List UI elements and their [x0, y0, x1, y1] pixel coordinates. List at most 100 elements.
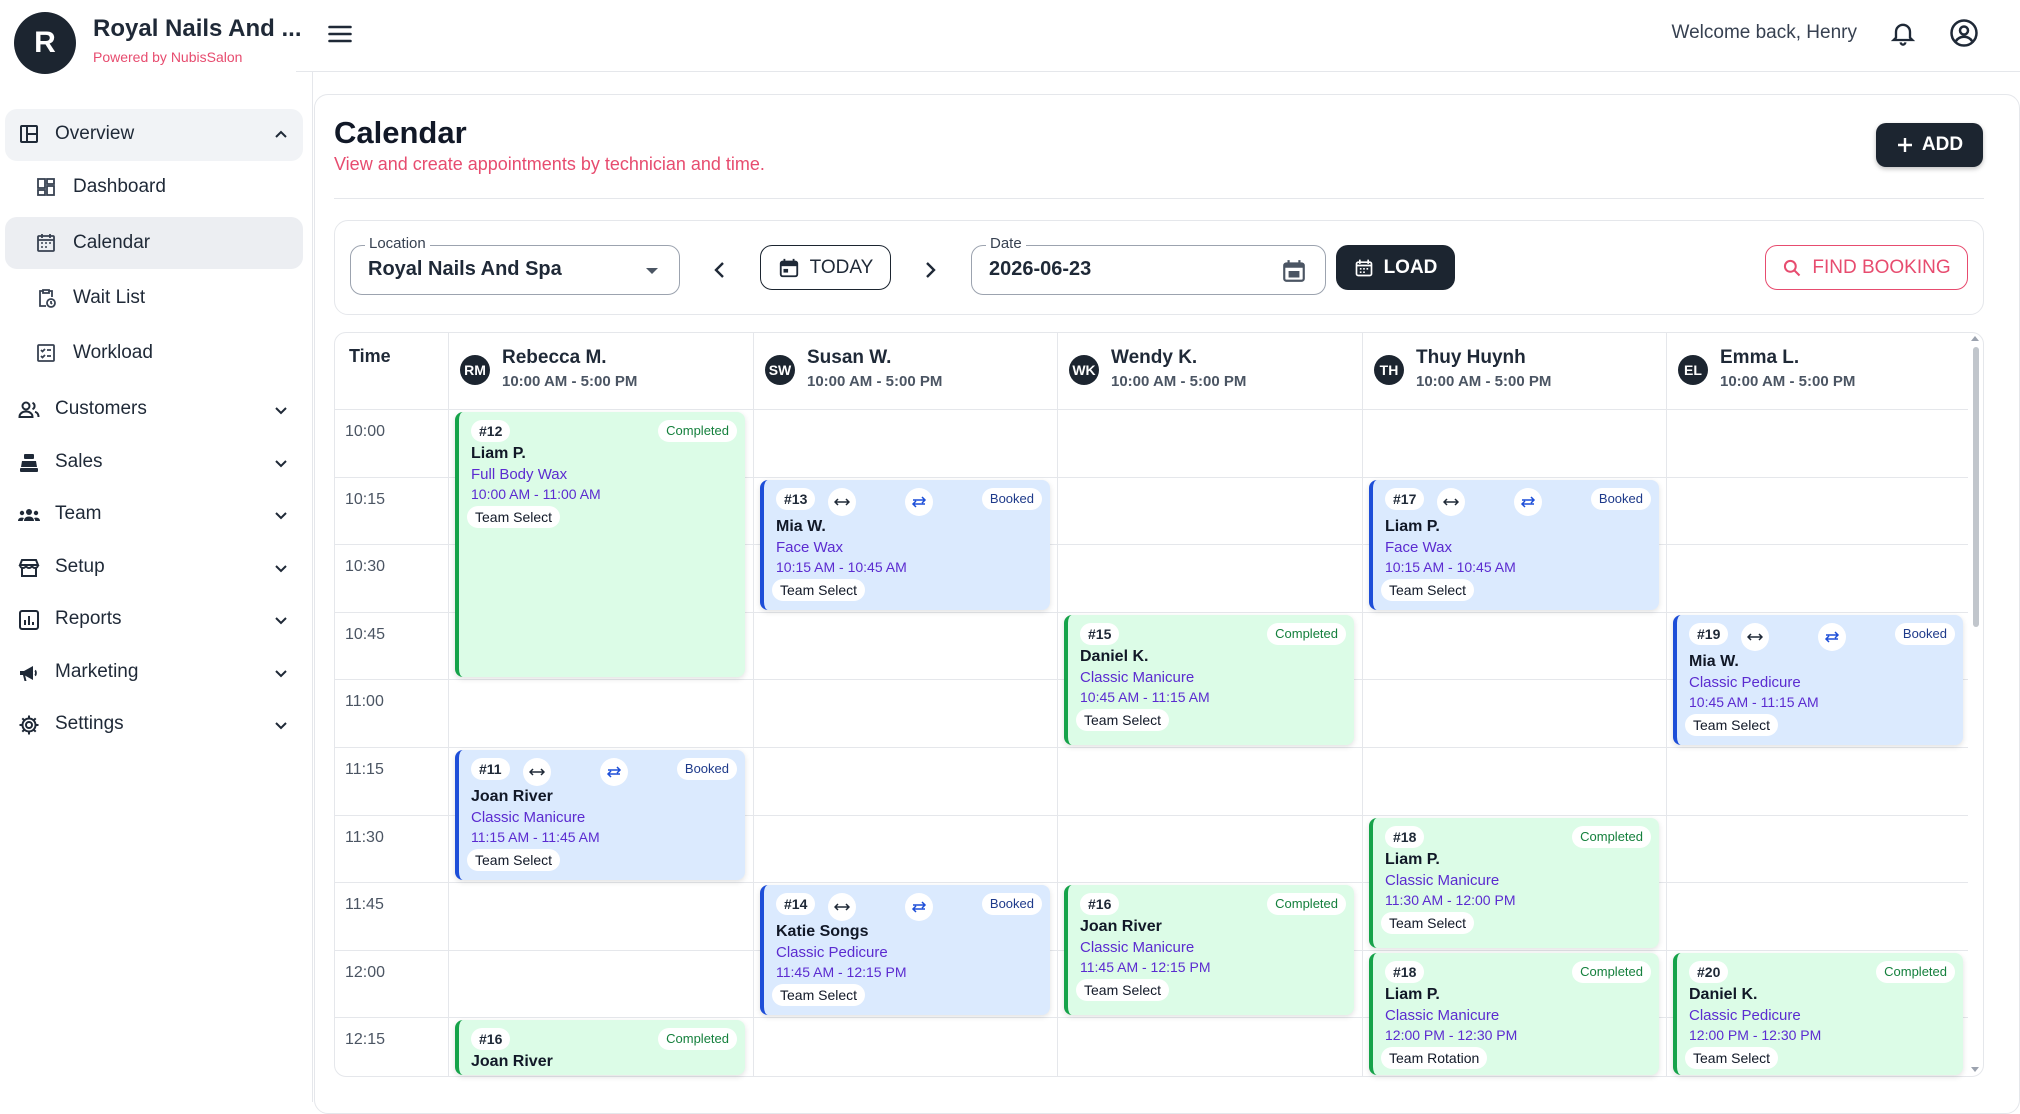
sidebar-item-settings[interactable]: Settings [5, 703, 303, 747]
sidebar-item-label: Wait List [73, 287, 146, 308]
calendar-picker-icon[interactable] [1281, 258, 1307, 284]
location-select[interactable]: Location Royal Nails And Spa [350, 235, 680, 295]
account-icon[interactable] [1949, 18, 1979, 48]
appointment-card[interactable]: #12 Completed Liam P. Full Body Wax 10:00 AM… [455, 412, 745, 677]
swap-technician-icon[interactable] [1818, 623, 1846, 651]
status-badge: Completed [1572, 826, 1651, 848]
appointment-card[interactable]: #11 Booked Joan River Classic Manicure 11:15… [455, 750, 745, 880]
clipboard-clock-icon [34, 286, 58, 310]
technician-column-header[interactable]: SW Susan W. 10:00 AM - 5:00 PM [753, 332, 1057, 409]
top-bar: Welcome back, Henry [0, 0, 2020, 72]
appointment-time: 12:00 PM - 12:30 PM [1689, 1027, 1822, 1043]
sidebar-item-team[interactable]: Team [5, 493, 303, 537]
sidebar: Overview Dashboard Calendar Wait List Wo… [0, 72, 313, 1102]
appointment-card[interactable]: #19 Booked Mia W. Classic Pedicure 10:45 AM … [1673, 615, 1963, 745]
sidebar-item-workload[interactable]: Workload [5, 327, 303, 379]
appointment-card[interactable]: #18 Completed Liam P. Classic Manicure 12:00… [1369, 953, 1659, 1075]
sidebar-item-label: Customers [55, 398, 147, 419]
status-badge: Completed [1267, 623, 1346, 645]
load-label: LOAD [1383, 256, 1438, 278]
appointment-card[interactable]: #17 Booked Liam P. Face Wax 10:15 AM - 10:45… [1369, 480, 1659, 610]
client-name: Daniel K. [1689, 986, 1758, 1003]
client-name: Joan River [471, 788, 553, 805]
chevron-down-icon [273, 665, 289, 681]
appointment-time: 10:00 AM - 11:00 AM [471, 486, 601, 502]
technician-avatar: RM [460, 355, 490, 385]
sidebar-item-setup[interactable]: Setup [5, 546, 303, 590]
sidebar-item-overview[interactable]: Overview [5, 109, 303, 161]
move-appointment-icon[interactable] [523, 758, 551, 786]
technician-hours: 10:00 AM - 5:00 PM [502, 373, 638, 390]
team-badge: Team Rotation [1381, 1047, 1488, 1069]
appointment-card[interactable]: #15 Completed Daniel K. Classic Manicure 10:… [1064, 615, 1354, 745]
technician-column-header[interactable]: RM Rebecca M. 10:00 AM - 5:00 PM [448, 332, 752, 409]
date-field[interactable]: Date 2026-06-23 [971, 235, 1326, 295]
appointment-card[interactable]: #14 Booked Katie Songs Classic Pedicure 11:4… [760, 885, 1050, 1015]
brand-logo[interactable]: R [14, 12, 76, 74]
technician-avatar: TH [1374, 355, 1404, 385]
time-label: 12:15 [345, 1031, 386, 1048]
move-appointment-icon[interactable] [828, 893, 856, 921]
menu-icon[interactable] [326, 20, 354, 48]
vertical-scrollbar[interactable] [1969, 335, 1981, 1075]
move-appointment-icon[interactable] [828, 488, 856, 516]
scroll-up-arrow-icon[interactable] [1971, 335, 1979, 341]
move-appointment-icon[interactable] [1741, 623, 1769, 651]
team-badge: Team Select [772, 579, 866, 601]
client-name: Daniel K. [1080, 648, 1149, 665]
swap-technician-icon[interactable] [600, 758, 628, 786]
team-badge: Team Select [1076, 709, 1170, 731]
appointment-time: 10:15 AM - 10:45 AM [776, 559, 907, 575]
scroll-thumb[interactable] [1973, 347, 1979, 627]
status-badge: Completed [658, 420, 737, 442]
appointment-time: 11:15 AM - 11:45 AM [471, 829, 600, 845]
time-label: 10:00 [345, 423, 386, 440]
appointment-number: #16 [1080, 893, 1120, 915]
team-badge: Team Select [467, 506, 561, 528]
sidebar-item-calendar[interactable]: Calendar [5, 217, 303, 269]
appointment-card[interactable]: #13 Booked Mia W. Face Wax 10:15 AM - 10:45 … [760, 480, 1050, 610]
sidebar-item-customers[interactable]: Customers [5, 388, 303, 432]
service-name: Face Wax [1385, 539, 1452, 556]
appointment-number: #14 [776, 893, 816, 915]
appointment-card[interactable]: #16 Completed Joan River Classic Manicure [455, 1020, 745, 1075]
swap-technician-icon[interactable] [905, 488, 933, 516]
technician-column-header[interactable]: TH Thuy Huynh 10:00 AM - 5:00 PM [1362, 332, 1666, 409]
page-subtitle: View and create appointments by technici… [334, 154, 765, 174]
sidebar-item-label: Calendar [73, 232, 151, 253]
location-label: Location [365, 235, 430, 252]
add-button[interactable]: ADD [1876, 123, 1983, 167]
technician-column-header[interactable]: WK Wendy K. 10:00 AM - 5:00 PM [1057, 332, 1361, 409]
calendar-icon [1355, 259, 1372, 276]
load-button[interactable]: LOAD [1336, 245, 1455, 290]
client-name: Katie Songs [776, 923, 869, 940]
divider [334, 198, 1984, 199]
today-button[interactable]: TODAY [760, 245, 891, 290]
find-booking-button[interactable]: FIND BOOKING [1765, 245, 1968, 290]
sidebar-item-dashboard[interactable]: Dashboard [5, 161, 303, 213]
appointment-number: #16 [471, 1028, 511, 1050]
swap-technician-icon[interactable] [1514, 488, 1542, 516]
appointment-card[interactable]: #20 Completed Daniel K. Classic Pedicure 12:… [1673, 953, 1963, 1075]
grid-row-divider [334, 747, 1968, 748]
sidebar-item-reports[interactable]: Reports [5, 598, 303, 642]
bell-icon[interactable] [1889, 19, 1917, 47]
appointment-card[interactable]: #16 Completed Joan River Classic Manicure 11… [1064, 885, 1354, 1015]
appointment-card[interactable]: #18 Completed Liam P. Classic Manicure 11:30… [1369, 818, 1659, 948]
move-appointment-icon[interactable] [1437, 488, 1465, 516]
appointment-time: 11:30 AM - 12:00 PM [1385, 892, 1516, 908]
scroll-down-arrow-icon[interactable] [1971, 1067, 1979, 1073]
plus-icon [1897, 138, 1912, 152]
swap-technician-icon[interactable] [905, 893, 933, 921]
sidebar-item-marketing[interactable]: Marketing [5, 651, 303, 695]
appointment-number: #12 [471, 420, 511, 442]
grid-column-divider [1057, 332, 1058, 1077]
sidebar-item-wait-list[interactable]: Wait List [5, 272, 303, 324]
technician-column-header[interactable]: EL Emma L. 10:00 AM - 5:00 PM [1666, 332, 1970, 409]
sidebar-item-sales[interactable]: Sales [5, 441, 303, 485]
welcome-text: Welcome back, Henry [1671, 22, 1858, 43]
client-name: Joan River [471, 1053, 553, 1070]
status-badge: Booked [1590, 488, 1651, 510]
prev-day-button[interactable] [706, 256, 734, 284]
next-day-button[interactable] [916, 256, 944, 284]
